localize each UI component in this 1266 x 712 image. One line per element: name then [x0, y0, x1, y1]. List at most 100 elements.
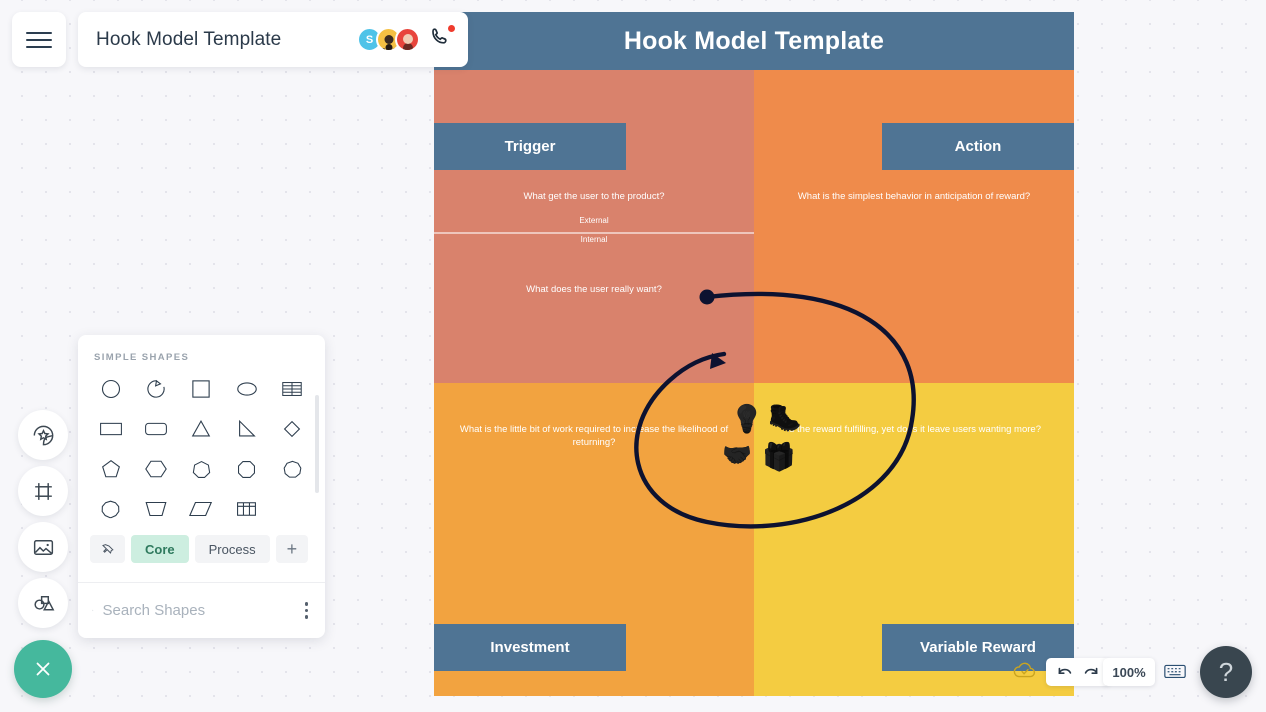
quadrant-action[interactable]: Action What is the simplest behavior in …: [754, 70, 1074, 383]
hexagon-shape-icon: [145, 460, 167, 478]
sidebar-item-shapes[interactable]: [18, 578, 68, 628]
cloud-saved-button[interactable]: [1012, 660, 1038, 687]
canvas-board[interactable]: Hook Model Template Trigger What get the…: [434, 12, 1074, 696]
shape-heptagon[interactable]: [179, 451, 224, 487]
shape-hexagon[interactable]: [133, 451, 178, 487]
search-input[interactable]: [102, 602, 302, 619]
octagon-shape-icon: [238, 460, 256, 478]
shape-arc[interactable]: [133, 371, 178, 407]
keyboard-shortcuts-button[interactable]: [1163, 661, 1187, 686]
quadrant-question-variable-reward: Is the reward fulfilling, yet does it le…: [787, 424, 1041, 435]
avatar[interactable]: [395, 27, 420, 52]
document-title-bar: Hook Model Template S: [78, 12, 468, 67]
redo-icon: [1084, 667, 1098, 674]
close-icon: [36, 662, 50, 676]
shape-rounded-rectangle[interactable]: [133, 411, 178, 447]
quadrant-divider-line: [434, 232, 754, 234]
shape-ellipse[interactable]: [224, 371, 269, 407]
shape-list-table[interactable]: [270, 371, 315, 407]
shapes-search-row: [78, 582, 325, 638]
tab-pin[interactable]: [90, 535, 125, 563]
shape-trapezoid[interactable]: [133, 491, 178, 527]
shape-rectangle[interactable]: [88, 411, 133, 447]
divider-label-internal: Internal: [580, 235, 608, 244]
sidebar-item-image[interactable]: [18, 522, 68, 572]
shape-table[interactable]: [224, 491, 269, 527]
shape-nonagon[interactable]: [270, 451, 315, 487]
keyboard-icon: [1164, 664, 1186, 679]
search-icon: [92, 609, 94, 612]
shape-grid: [78, 363, 325, 527]
shape-parallelogram[interactable]: [179, 491, 224, 527]
quadrant-question-action: What is the simplest behavior in anticip…: [797, 191, 1031, 202]
rounded-rectangle-shape-icon: [145, 422, 168, 436]
shapes-section-title: SIMPLE SHAPES: [94, 352, 190, 363]
more-vertical-icon[interactable]: [302, 599, 312, 622]
quadrant-question-trigger-external: What get the user to the product?: [523, 191, 665, 202]
undo-icon: [1058, 667, 1072, 674]
tab-core[interactable]: Core: [131, 535, 189, 563]
quadrant-label-action: Action: [882, 123, 1074, 170]
shapes-icon: [33, 595, 54, 610]
shape-diamond[interactable]: [270, 411, 315, 447]
hamburger-menu-icon: [26, 27, 52, 53]
shape-triangle[interactable]: [179, 411, 224, 447]
board-header: Hook Model Template: [434, 12, 1074, 70]
sidebar-item-sticker[interactable]: [18, 410, 68, 460]
diamond-shape-icon: [284, 420, 301, 438]
shape-decagon[interactable]: [88, 491, 133, 527]
phone-call-button[interactable]: [430, 24, 456, 54]
frame-icon: [34, 482, 52, 500]
pin-icon: [102, 543, 114, 554]
board-title: Hook Model Template: [623, 26, 885, 55]
hook-model-grid: Trigger What get the user to the product…: [434, 70, 1074, 696]
tab-add[interactable]: +: [275, 535, 309, 563]
parallelogram-shape-icon: [189, 501, 213, 517]
quadrant-variable-reward[interactable]: Is the reward fulfilling, yet does it le…: [754, 383, 1074, 696]
close-button[interactable]: [14, 640, 72, 698]
image-icon: [33, 539, 53, 555]
cloud-saved-icon: [1013, 662, 1036, 678]
redo-button[interactable]: [1079, 662, 1104, 683]
trapezoid-shape-icon: [145, 501, 167, 517]
quadrant-trigger[interactable]: Trigger What get the user to the product…: [434, 70, 754, 383]
quadrant-question-investment: What is the little bit of work required …: [459, 424, 729, 448]
shape-pentagon[interactable]: [88, 451, 133, 487]
notification-badge: [447, 24, 456, 33]
pentagon-shape-icon: [101, 460, 120, 478]
quadrant-question-trigger-internal: What does the user really want?: [526, 284, 662, 295]
triangle-shape-icon: [192, 420, 211, 437]
page-title: Hook Model Template: [96, 28, 282, 50]
shapes-panel-scrollbar[interactable]: [315, 395, 319, 493]
tab-process[interactable]: Process: [194, 535, 270, 563]
undo-button[interactable]: [1052, 662, 1077, 683]
right-triangle-shape-icon: [238, 419, 256, 437]
arc-shape-icon: [147, 379, 165, 398]
collaborator-avatars: S: [357, 27, 420, 52]
quadrant-label-investment: Investment: [434, 624, 626, 671]
shape-circle[interactable]: [88, 371, 133, 407]
shape-square[interactable]: [179, 371, 224, 407]
shape-octagon[interactable]: [224, 451, 269, 487]
quadrant-label-trigger: Trigger: [434, 123, 626, 170]
sidebar-item-frame[interactable]: [18, 466, 68, 516]
square-shape-icon: [192, 380, 211, 398]
divider-label-external: External: [579, 216, 609, 225]
shapes-tabs: Core Process +: [78, 527, 325, 563]
help-button[interactable]: ?: [1200, 646, 1252, 698]
shapes-panel[interactable]: SIMPLE SHAPES Core Process + Search Shap…: [78, 335, 325, 638]
sticker-icon: [33, 425, 53, 445]
nonagon-shape-icon: [283, 460, 302, 478]
hamburger-menu-button[interactable]: [12, 12, 66, 67]
rectangle-shape-icon: [99, 422, 122, 436]
heptagon-shape-icon: [192, 460, 211, 478]
undo-redo-group: [1046, 658, 1110, 686]
quadrant-investment[interactable]: What is the little bit of work required …: [434, 383, 754, 696]
zoom-level[interactable]: 100%: [1103, 658, 1155, 686]
list-table-shape-icon: [282, 382, 303, 396]
shape-grid-filler: [270, 491, 315, 527]
shape-right-triangle[interactable]: [224, 411, 269, 447]
circle-shape-icon: [101, 379, 120, 399]
decagon-shape-icon: [101, 500, 120, 518]
ellipse-shape-icon: [237, 382, 257, 396]
